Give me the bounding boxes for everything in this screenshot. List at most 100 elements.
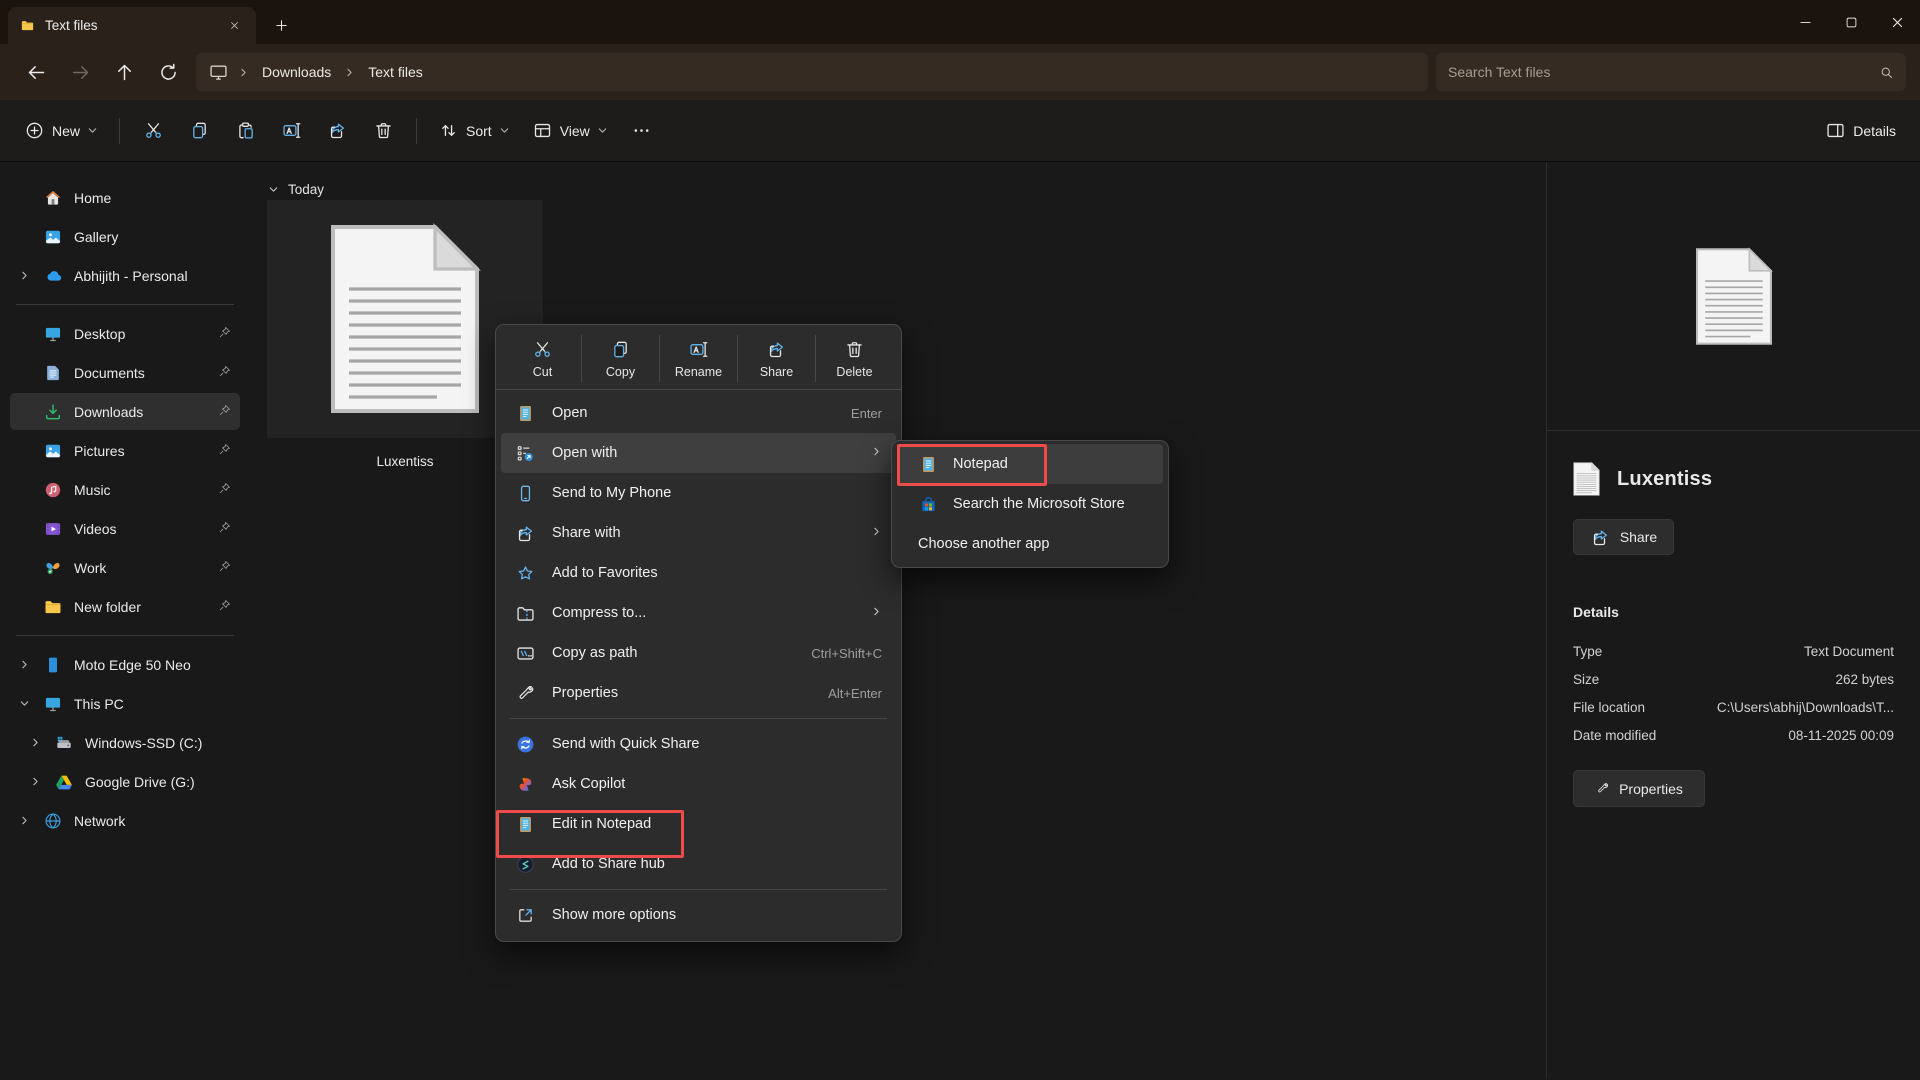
work-icon [43,558,63,578]
sidebar-item-documents[interactable]: Documents [10,354,240,391]
wrench-icon [1595,781,1610,796]
menu-shortcut: Alt+Enter [828,686,882,701]
breadcrumb-downloads[interactable]: Downloads [258,61,335,83]
sidebar-item-downloads[interactable]: Downloads [10,393,240,430]
quick-action-cut[interactable]: Cut [504,335,581,382]
up-button[interactable] [102,53,146,91]
menu-item-properties[interactable]: PropertiesAlt+Enter [501,673,896,713]
sidebar-item-moto-edge-50-neo[interactable]: Moto Edge 50 Neo [10,646,240,683]
submenu-item-label: Notepad [953,456,1008,472]
minimize-button[interactable] [1782,0,1828,44]
chevron-right-icon[interactable] [16,815,32,826]
quick-action-copy[interactable]: Copy [581,335,659,382]
menu-item-ask-copilot[interactable]: Ask Copilot [501,764,896,804]
sidebar-item-desktop[interactable]: Desktop [10,315,240,352]
submenu-item-search-the-microsoft-store[interactable]: Search the Microsoft Store [897,484,1163,524]
menu-item-send-to-my-phone[interactable]: Send to My Phone [501,473,896,513]
sidebar-item-label: Windows-SSD (C:) [85,735,202,751]
menu-item-compress-to[interactable]: Compress to... [501,593,896,633]
sidebar-item-label: Downloads [74,404,143,420]
new-button[interactable]: New [14,111,108,151]
chevron-right-icon[interactable] [27,737,43,748]
sidebar-item-videos[interactable]: Videos [10,510,240,547]
file-explorer-tab[interactable]: Text files [8,7,256,44]
sidebar-item-label: Documents [74,365,145,381]
forward-button[interactable] [58,53,102,91]
paste-icon [235,120,256,141]
copy-icon [189,120,210,141]
paste-button[interactable] [223,111,267,151]
details-pane-icon [1825,120,1846,141]
pin-icon [217,325,232,343]
menu-item-copy-as-path[interactable]: Copy as pathCtrl+Shift+C [501,633,896,673]
cut-button[interactable] [131,111,175,151]
sidebar-item-google-drive-g-[interactable]: Google Drive (G:) [21,763,240,800]
menu-item-send-with-quick-share[interactable]: Send with Quick Share [501,724,896,764]
new-tab-button[interactable] [264,8,298,42]
view-button[interactable]: View [522,111,618,151]
notepad-icon [918,454,939,475]
notepad-icon [515,814,536,835]
sidebar-item-abhijith-personal[interactable]: Abhijith - Personal [10,257,240,294]
sort-button[interactable]: Sort [428,111,520,151]
downloads-icon [43,402,63,422]
quick-action-rename[interactable]: Rename [659,335,737,382]
chevron-right-icon [238,67,249,78]
chevron-right-icon[interactable] [16,270,32,281]
back-button[interactable] [14,53,58,91]
context-menu: CutCopyRenameShareDelete Open Enter Open w… [495,324,902,942]
details-pane-button[interactable]: Details [1815,111,1906,151]
group-header-today[interactable]: Today [268,182,1546,197]
menu-item-open-with[interactable]: Open with [501,433,896,473]
pin-icon [217,442,232,457]
sidebar-item-pictures[interactable]: Pictures [10,432,240,469]
close-button[interactable] [1874,0,1920,44]
search-input[interactable]: Search Text files [1436,53,1906,91]
maximize-button[interactable] [1828,0,1874,44]
chevron-down-icon[interactable] [16,698,32,709]
sidebar-item-windows-ssd-c-[interactable]: Windows-SSD (C:) [21,724,240,761]
sidebar-item-work[interactable]: Work [10,549,240,586]
menu-item-share-with[interactable]: Share with [501,513,896,553]
sidebar-item-gallery[interactable]: Gallery [10,218,240,255]
breadcrumb[interactable]: Downloads Text files [196,53,1428,91]
chevron-right-icon[interactable] [16,659,32,670]
submenu-item-choose-another-app[interactable]: Choose another app [897,524,1163,564]
chevron-right-icon[interactable] [27,776,43,787]
refresh-button[interactable] [146,53,190,91]
chevron-down-icon [499,125,510,136]
details-share-button[interactable]: Share [1573,519,1674,555]
breadcrumb-text-files[interactable]: Text files [364,61,426,83]
sidebar-item-network[interactable]: Network [10,802,240,839]
copilot-icon [515,774,536,795]
tab-close-icon[interactable] [222,14,246,38]
pin-icon [217,403,232,418]
copy-button[interactable] [177,111,221,151]
menu-item-label: Open [552,405,587,421]
sidebar-item-this-pc[interactable]: This PC [10,685,240,722]
menu-item-open[interactable]: Open Enter [501,393,896,433]
delete-button[interactable] [361,111,405,151]
menu-item-show-more-options[interactable]: Show more options [501,895,896,935]
notepad-icon [515,403,536,424]
sidebar-item-label: Videos [74,521,117,537]
submenu-item-notepad[interactable]: Notepad [897,444,1163,484]
chevron-right-icon [30,737,41,748]
rename-button[interactable] [269,111,313,151]
details-properties-button[interactable]: Properties [1573,770,1705,807]
sidebar-item-home[interactable]: Home [10,179,240,216]
menu-item-edit-in-notepad[interactable]: Edit in Notepad [501,804,896,844]
menu-divider [510,889,887,890]
details-row-size: Size262 bytes [1573,665,1894,693]
sidebar-item-music[interactable]: Music [10,471,240,508]
more-options-button[interactable] [620,111,664,151]
menu-item-add-to-favorites[interactable]: Add to Favorites [501,553,896,593]
sidebar-item-new-folder[interactable]: New folder [10,588,240,625]
quick-action-delete[interactable]: Delete [815,335,893,382]
menu-shortcut: Enter [851,406,882,421]
pin-icon [217,559,232,574]
share-button[interactable] [315,111,359,151]
menu-item-add-to-share-hub[interactable]: Add to Share hub [501,844,896,884]
sidebar-item-label: This PC [74,696,124,712]
quick-action-share[interactable]: Share [737,335,815,382]
